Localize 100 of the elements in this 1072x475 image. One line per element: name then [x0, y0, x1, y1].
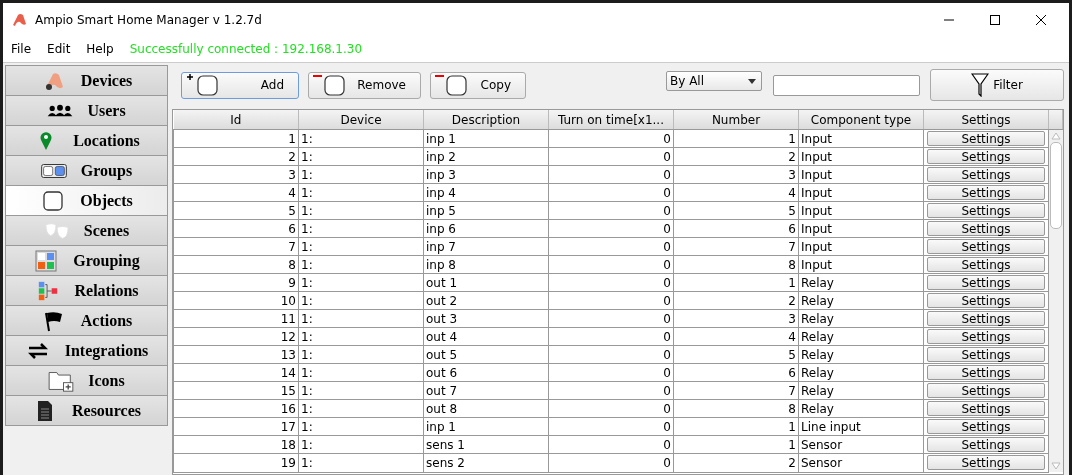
table-cell: 0 [663, 275, 671, 290]
scroll-thumb[interactable] [1049, 142, 1062, 229]
sidebar-item[interactable]: Grouping [5, 246, 168, 276]
maximize-icon[interactable] [989, 13, 1001, 26]
sidebar-item[interactable]: Objects [5, 186, 168, 216]
table-cell: sens 1 [426, 437, 465, 452]
table-cell: inp 8 [426, 257, 456, 272]
menu-item[interactable]: Help [86, 42, 114, 56]
table-cell: 8 [788, 401, 796, 416]
table-cell: 6 [288, 221, 296, 236]
table-cell: 7 [288, 239, 296, 254]
table-cell: 1: [301, 437, 313, 452]
column-header[interactable]: Component type [798, 110, 924, 130]
table-cell: 1: [301, 149, 313, 164]
table-cell: Relay [801, 311, 834, 326]
menu-item[interactable]: File [11, 42, 32, 56]
sidebar-item[interactable]: Scenes [5, 216, 168, 246]
table-cell: out 6 [426, 365, 458, 380]
table-cell: Relay [801, 365, 834, 380]
table-cell: Relay [801, 401, 834, 416]
scrollbar[interactable] [1050, 132, 1062, 470]
table-cell: 7 [788, 383, 796, 398]
settings-button[interactable]: Settings [927, 419, 1045, 435]
sidebar-item[interactable]: Locations [5, 126, 168, 156]
settings-button[interactable]: Settings [927, 131, 1045, 146]
sidebar-item[interactable]: Groups [5, 156, 168, 186]
table-cell: 6 [788, 221, 796, 236]
toolbar-button[interactable]: Copy [430, 71, 526, 99]
minus-square-icon [311, 73, 347, 97]
scroll-up-icon[interactable] [1050, 132, 1061, 140]
table-cell: Sensor [801, 437, 843, 452]
filter-input[interactable] [773, 74, 920, 96]
table-cell: 17 [280, 419, 296, 434]
column-header[interactable]: Device [298, 110, 424, 130]
app-logo-icon [11, 11, 27, 28]
column-header[interactable]: Turn on time[x1... [548, 110, 674, 130]
sidebar-item[interactable]: Relations [5, 276, 168, 306]
settings-button[interactable]: Settings [927, 365, 1045, 381]
table-cell: Input [801, 149, 833, 164]
table-cell: 0 [663, 383, 671, 398]
table-cell: 1: [301, 419, 313, 434]
settings-button[interactable]: Settings [927, 257, 1045, 273]
table-cell: Relay [801, 347, 834, 362]
table-cell: 14 [280, 365, 296, 380]
table-cell: 1: [301, 167, 313, 182]
toolbar-button[interactable]: Add [181, 71, 299, 99]
filter-dropdown[interactable]: By All [666, 71, 762, 91]
settings-button[interactable]: Settings [927, 239, 1045, 255]
table-cell: 1: [301, 185, 313, 200]
sidebar-item[interactable]: Icons [5, 366, 168, 396]
column-header[interactable]: Id [173, 110, 299, 130]
sidebar-item[interactable]: Integrations [5, 336, 168, 366]
table-cell: Sensor [801, 455, 843, 470]
settings-button[interactable]: Settings [927, 275, 1045, 291]
settings-button[interactable]: Settings [927, 383, 1045, 399]
settings-button[interactable]: Settings [927, 347, 1045, 363]
column-header[interactable]: Description [423, 110, 549, 130]
toolbar-button[interactable]: Remove [308, 71, 421, 99]
filter-button[interactable]: Filter [930, 69, 1064, 101]
settings-button[interactable]: Settings [927, 149, 1045, 164]
table-cell: 0 [663, 149, 671, 164]
column-header[interactable]: Number [673, 110, 799, 130]
close-icon[interactable] [1035, 13, 1047, 26]
settings-button[interactable]: Settings [927, 401, 1045, 417]
table-cell: sens 2 [426, 455, 465, 470]
sidebar-item[interactable]: Users [5, 96, 168, 126]
table-cell: 5 [788, 347, 796, 362]
settings-button[interactable]: Settings [927, 437, 1045, 453]
settings-button[interactable]: Settings [927, 167, 1045, 183]
settings-button[interactable]: Settings [927, 329, 1045, 345]
table-cell: out 5 [426, 347, 458, 362]
table-cell: out 3 [426, 311, 458, 326]
settings-button[interactable]: Settings [927, 185, 1045, 201]
menu-item[interactable]: Edit [47, 42, 71, 56]
table-cell: Input [801, 239, 833, 254]
table-cell: 1: [301, 239, 313, 254]
settings-button[interactable]: Settings [927, 203, 1045, 219]
table-cell: 9 [288, 275, 296, 290]
settings-button[interactable]: Settings [927, 311, 1045, 327]
table-cell: 0 [663, 293, 671, 308]
settings-button[interactable]: Settings [927, 455, 1045, 471]
column-header[interactable]: Settings [923, 110, 1049, 130]
minus-square-icon [433, 73, 469, 97]
settings-button[interactable]: Settings [927, 221, 1045, 237]
table-cell: Relay [801, 329, 834, 344]
sidebar-item[interactable]: Resources [5, 396, 168, 426]
table-cell: 1 [788, 131, 796, 146]
table-cell: out 8 [426, 401, 458, 416]
table-cell: Relay [801, 383, 834, 398]
table-cell: inp 6 [426, 221, 456, 236]
settings-button[interactable]: Settings [927, 293, 1045, 309]
table-cell: 0 [663, 419, 671, 434]
sidebar-item[interactable]: Devices [5, 65, 168, 96]
table-cell: Input [801, 185, 833, 200]
sidebar-item[interactable]: Actions [5, 306, 168, 336]
table-cell: 5 [288, 203, 296, 218]
table-cell: inp 3 [426, 167, 456, 182]
table-cell: 8 [288, 257, 296, 272]
scroll-down-icon[interactable] [1050, 462, 1061, 470]
table-cell: 0 [663, 329, 671, 344]
